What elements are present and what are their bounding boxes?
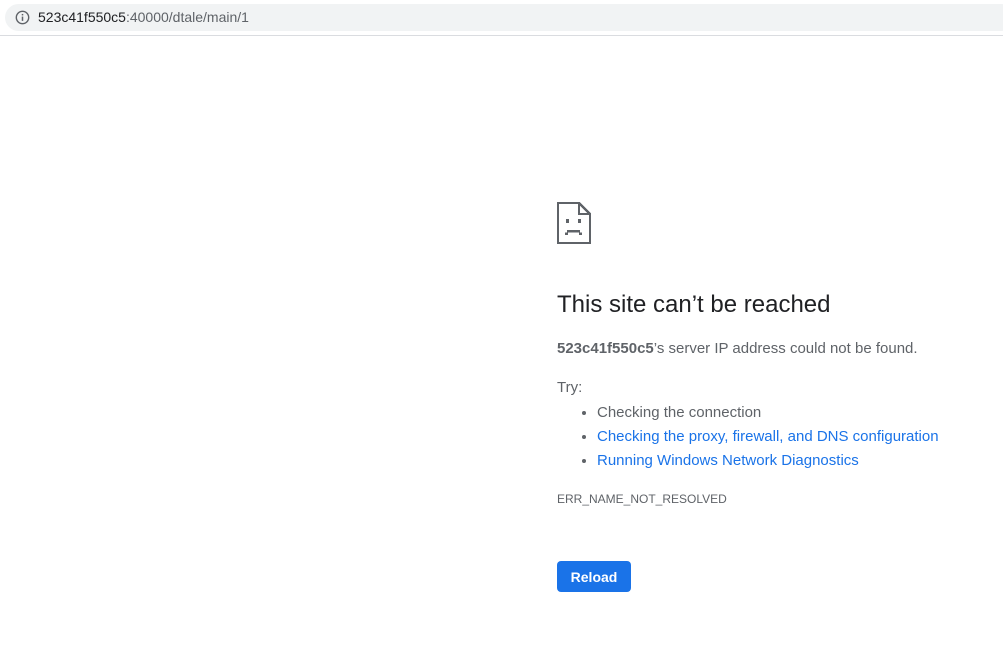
error-summary: 523c41f550c5’s server IP address could n…: [557, 339, 918, 359]
omnibox[interactable]: 523c41f550c5:40000/dtale/main/1: [5, 4, 1003, 31]
url-host: 523c41f550c5: [38, 9, 126, 25]
address-bar: 523c41f550c5:40000/dtale/main/1: [0, 0, 1003, 36]
suggestion-text: Checking the connection: [597, 404, 762, 421]
sad-page-icon: [557, 202, 591, 244]
try-label: Try:: [557, 379, 583, 396]
check-proxy-link[interactable]: Checking the proxy, firewall, and DNS co…: [597, 428, 939, 445]
info-icon[interactable]: [15, 10, 30, 25]
suggestions-list: Checking the connection Checking the pro…: [557, 401, 939, 473]
page-title: This site can’t be reached: [557, 291, 831, 318]
url-path: :40000/dtale/main/1: [125, 9, 249, 25]
suggestion-network-diagnostics: Running Windows Network Diagnostics: [597, 449, 939, 473]
reload-button[interactable]: Reload: [557, 561, 631, 592]
url-text[interactable]: 523c41f550c5:40000/dtale/main/1: [38, 9, 249, 26]
summary-text: ’s server IP address could not be found.: [653, 340, 918, 357]
host-name: 523c41f550c5: [557, 340, 654, 357]
error-code: ERR_NAME_NOT_RESOLVED: [557, 492, 727, 506]
suggestion-check-connection: Checking the connection: [597, 401, 939, 425]
network-diagnostics-link[interactable]: Running Windows Network Diagnostics: [597, 452, 859, 469]
suggestion-check-proxy: Checking the proxy, firewall, and DNS co…: [597, 425, 939, 449]
